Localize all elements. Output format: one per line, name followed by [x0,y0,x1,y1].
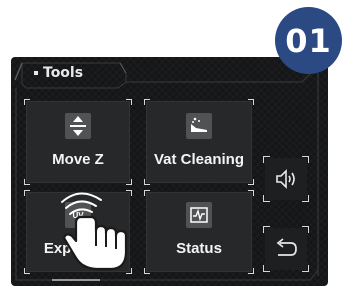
svg-text:UV: UV [72,211,84,220]
status-icon [186,202,212,228]
tools-tab-label: Tools [43,65,84,81]
tools-tab[interactable]: Tools [34,63,83,83]
vat-cleaning-tile[interactable]: Vat Cleaning [144,99,254,185]
move-z-label: Move Z [52,151,104,168]
exposure-tile[interactable]: UV Exposure [24,190,132,274]
vat-cleaning-label: Vat Cleaning [153,151,245,168]
back-button[interactable] [263,226,309,272]
move-z-tile[interactable]: Move Z [24,99,132,185]
back-arrow-icon [265,228,307,270]
move-z-icon [65,113,91,139]
tab-bullet-icon [34,71,38,75]
vat-cleaning-icon [186,113,212,139]
exposure-icon: UV [65,202,91,228]
step-number-badge: 01 [275,7,342,74]
status-tile[interactable]: Status [144,190,254,274]
sound-button[interactable] [263,156,309,202]
status-label: Status [176,240,222,257]
speaker-icon [265,158,307,200]
exposure-label: Exposure [43,240,113,257]
